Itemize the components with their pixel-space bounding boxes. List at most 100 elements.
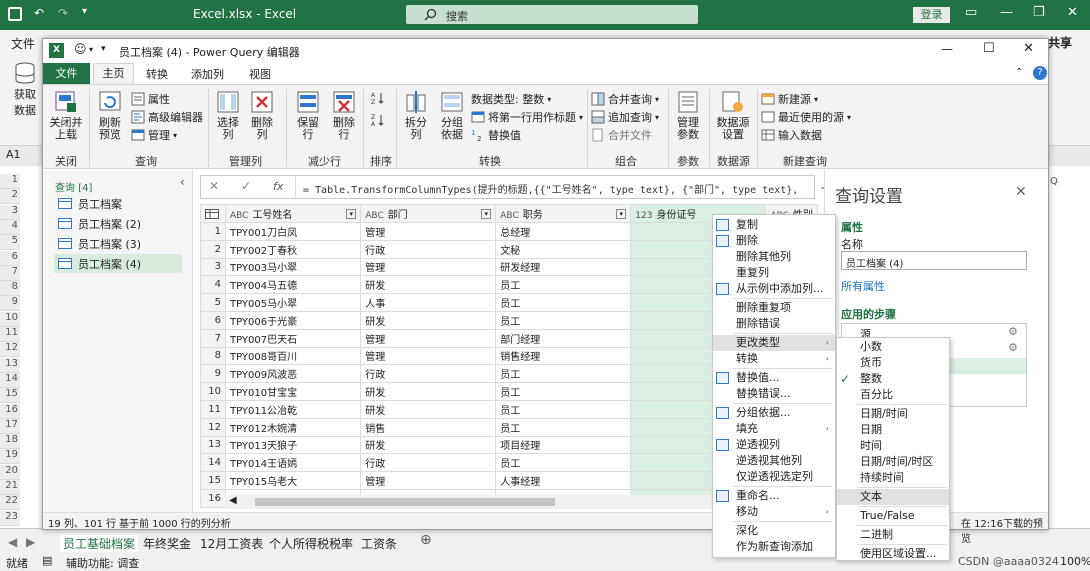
data-type-dropdown[interactable]: 数据类型: 整数 ▾ xyxy=(471,91,551,107)
row-number[interactable]: 11 xyxy=(200,399,226,419)
menu-item[interactable]: 删除其他列 xyxy=(713,249,835,265)
accessibility-status[interactable]: 辅助功能: 调查 xyxy=(66,555,139,571)
table-cell[interactable]: TPY010甘宝宝 xyxy=(224,382,362,401)
combine-files-button[interactable]: 合并文件 xyxy=(591,127,652,143)
row-number[interactable]: 9 xyxy=(200,364,226,384)
undo-icon[interactable]: ↶ xyxy=(34,6,44,20)
row-number[interactable]: 14 xyxy=(200,453,226,473)
table-cell[interactable]: 员工 xyxy=(495,364,632,384)
pq-tab-view[interactable]: 视图 xyxy=(249,66,271,82)
remove-rows-button[interactable]: 删除 行 xyxy=(327,89,361,141)
new-source-button[interactable]: 新建源 ▾ xyxy=(761,91,818,107)
smiley-icon[interactable]: ☺ xyxy=(74,42,87,56)
pq-maximize-icon[interactable]: ☐ xyxy=(983,41,995,56)
table-cell[interactable]: 管理 xyxy=(360,346,497,366)
column-type-icon[interactable]: ABC xyxy=(500,211,518,221)
name-box[interactable]: A1 xyxy=(0,148,40,164)
table-cell[interactable]: 员工 xyxy=(495,399,632,419)
menu-item[interactable]: 更改类型 › xyxy=(713,335,835,351)
table-cell[interactable]: TPY012木婉清 xyxy=(224,417,362,437)
column-type-icon[interactable]: ABC xyxy=(365,211,383,221)
table-cell[interactable]: 员工 xyxy=(495,293,632,312)
collapse-ribbon-icon[interactable]: ⌃ xyxy=(1015,67,1023,78)
excel-row-header[interactable]: 16 xyxy=(0,403,20,419)
step-gear-icon[interactable]: ⚙ xyxy=(1008,341,1018,354)
excel-row-header[interactable]: 23 xyxy=(0,510,20,526)
column-header[interactable]: ABC 工号姓名 ▾ xyxy=(224,204,362,223)
qat-more-icon[interactable]: ▾ xyxy=(82,6,87,17)
excel-row-header[interactable]: 3 xyxy=(0,204,20,220)
query-item[interactable]: 员工档案 (2) xyxy=(54,214,182,233)
menu-item[interactable]: 二进制 xyxy=(837,527,949,543)
excel-row-header[interactable]: 15 xyxy=(0,388,20,404)
excel-row-header[interactable]: 19 xyxy=(0,449,20,465)
append-queries-button[interactable]: 追加查询 ▾ xyxy=(591,109,659,125)
excel-row-header[interactable]: 6 xyxy=(0,250,20,266)
table-cell[interactable]: TPY003马小翠 xyxy=(224,257,362,277)
table-cell[interactable]: 总经理 xyxy=(495,222,632,241)
table-cell[interactable]: 员工 xyxy=(495,275,632,295)
excel-row-header[interactable]: 1 xyxy=(0,174,20,189)
table-cell[interactable]: 员工 xyxy=(495,417,632,437)
zoom-level[interactable]: 100% xyxy=(1060,555,1090,568)
redo-icon[interactable]: ↷ xyxy=(58,6,68,20)
close-load-button[interactable]: 关闭并 上载 xyxy=(47,89,85,141)
row-number[interactable]: 8 xyxy=(200,346,226,366)
close-icon[interactable]: ✕ xyxy=(1067,5,1078,20)
add-sheet-icon[interactable]: ⊕ xyxy=(420,532,432,548)
advanced-editor-button[interactable]: 高级编辑器 xyxy=(131,109,203,125)
table-cell[interactable]: 项目经理 xyxy=(495,435,632,455)
menu-item[interactable]: 小数 xyxy=(837,339,949,355)
menu-item[interactable]: 逆透视其他列 xyxy=(713,453,835,469)
choose-columns-button[interactable]: 选择 列 xyxy=(211,89,245,141)
scrollbar-thumb[interactable] xyxy=(255,498,555,506)
save-icon[interactable] xyxy=(8,7,22,21)
column-header[interactable]: ABC 部门 ▾ xyxy=(360,204,497,223)
table-cell[interactable]: 研发 xyxy=(360,399,497,419)
column-header[interactable]: ABC 职务 ▾ xyxy=(495,204,632,223)
menu-item[interactable]: 时间 xyxy=(837,438,949,454)
excel-row-header[interactable]: 13 xyxy=(0,357,20,373)
menu-item[interactable]: 作为新查询添加 xyxy=(713,539,835,555)
sheet-tab-3[interactable]: 个人所得税税率 xyxy=(269,535,353,552)
menu-item[interactable]: 删除错误 xyxy=(713,316,835,332)
excel-row-header[interactable]: 22 xyxy=(0,495,20,511)
query-name-input[interactable]: 员工档案 (4) xyxy=(841,251,1027,270)
menu-item[interactable]: 持续时间 xyxy=(837,470,949,486)
refresh-preview-button[interactable]: 刷新 预览 xyxy=(93,89,127,141)
sheet-tab-2[interactable]: 12月工资表 xyxy=(200,535,263,552)
row-number[interactable]: 1 xyxy=(200,222,226,241)
excel-row-header[interactable]: 7 xyxy=(0,265,20,281)
sort-ascending-button[interactable]: AZ xyxy=(371,91,385,105)
menu-item[interactable]: 从示例中添加列... xyxy=(713,281,835,297)
confirm-formula-icon[interactable]: ✓ xyxy=(241,179,251,193)
menu-item[interactable]: ✓ 整数 xyxy=(837,371,949,387)
table-cell[interactable]: TPY014王语嫣 xyxy=(224,453,362,473)
manage-button[interactable]: 管理 ▾ xyxy=(131,127,177,143)
pq-tab-file[interactable]: 文件 xyxy=(43,63,90,84)
row-number[interactable]: 12 xyxy=(200,417,226,437)
table-cell[interactable]: 员工 xyxy=(495,453,632,473)
excel-row-header[interactable]: 10 xyxy=(0,311,20,327)
row-number[interactable]: 4 xyxy=(200,275,226,295)
table-cell[interactable]: TPY006于光豪 xyxy=(224,310,362,330)
menu-item[interactable]: 货币 xyxy=(837,355,949,371)
menu-item[interactable]: 仅逆透视选定列 xyxy=(713,469,835,485)
table-cell[interactable]: 管理 xyxy=(360,257,497,277)
excel-row-header[interactable]: 21 xyxy=(0,480,20,495)
excel-row-header[interactable]: 9 xyxy=(0,296,20,312)
pq-close-icon[interactable]: ✕ xyxy=(1023,41,1034,56)
table-cell[interactable]: 研发经理 xyxy=(495,257,632,277)
excel-row-header[interactable]: 5 xyxy=(0,235,20,251)
excel-row-header[interactable]: 8 xyxy=(0,281,20,297)
menu-item[interactable]: 复制 xyxy=(713,217,835,233)
menu-item[interactable]: 替换值... xyxy=(713,370,835,386)
row-number[interactable]: 7 xyxy=(200,328,226,348)
column-type-icon[interactable]: ABC xyxy=(230,211,248,221)
query-item[interactable]: 员工档案 xyxy=(54,194,182,213)
row-number[interactable]: 13 xyxy=(200,435,226,455)
status-profiling[interactable]: 基于前 1000 行的列分析 xyxy=(119,515,231,530)
table-cell[interactable]: 文秘 xyxy=(495,239,632,259)
first-row-header-button[interactable]: 将第一行用作标题 ▾ xyxy=(471,109,583,125)
table-cell[interactable]: 人事经理 xyxy=(495,471,632,490)
